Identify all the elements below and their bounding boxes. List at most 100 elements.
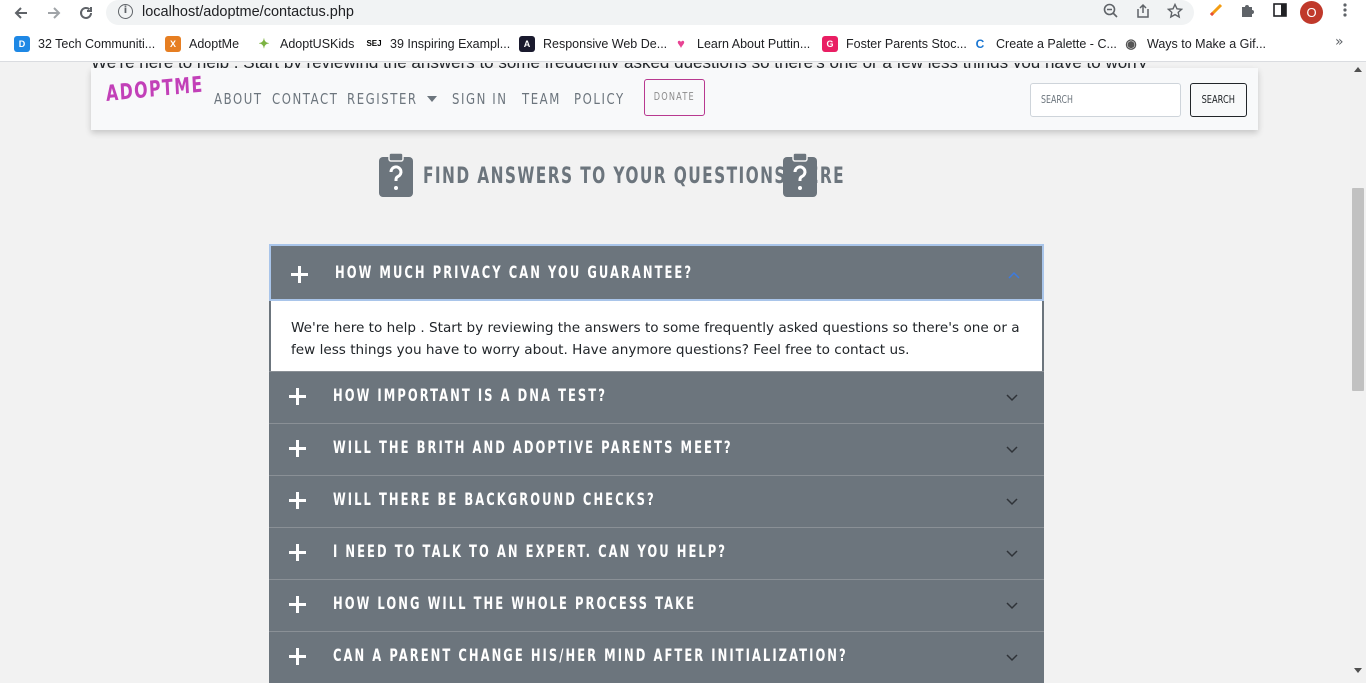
bookmark-item[interactable]: ◉ Ways to Make a Gif... [1123,35,1266,53]
bookmarks-bar: D 32 Tech Communiti... X AdoptMe ✦ AdoptUSK… [0,25,1366,62]
plus-icon [287,438,307,458]
clipboard-question-icon [783,152,817,197]
browser-toolbar: i localhost/adoptme/contactus.php O [0,0,1366,25]
bookmark-item[interactable]: D 32 Tech Communiti... [14,35,155,53]
faq-heading: FIND ANSWERS TO YOUR QUESTIONS HERE [378,152,844,200]
menu-kebab-icon[interactable] [1334,2,1356,24]
brand-logo[interactable]: ADOPTME [105,73,204,107]
bookmark-label: AdoptMe [189,37,240,51]
faq-item: HOW LONG WILL THE WHOLE PROCESS TAKE [269,580,1044,632]
address-bar[interactable]: i localhost/adoptme/contactus.php [106,0,1194,25]
faq-question-text: HOW LONG WILL THE WHOLE PROCESS TAKE [333,594,697,614]
scrollbar-thumb[interactable] [1352,188,1364,391]
nav-link-register[interactable]: REGISTER [347,90,418,108]
register-dropdown-caret-icon[interactable] [427,96,437,102]
chevron-down-icon [1006,654,1018,662]
plus-icon [287,646,307,666]
faq-question-text: HOW MUCH PRIVACY CAN YOU GUARANTEE? [335,263,694,283]
plus-icon [287,490,307,510]
zoom-icon[interactable] [1101,3,1121,23]
plus-icon [287,594,307,614]
chevron-down-icon [1006,446,1018,454]
faq-item: I NEED TO TALK TO AN EXPERT. CAN YOU HEL… [269,528,1044,580]
faq-question-header[interactable]: HOW IMPORTANT IS A DNA TEST? [269,372,1044,423]
donate-label: DONATE [653,91,696,103]
faq-question-header[interactable]: HOW MUCH PRIVACY CAN YOU GUARANTEE? [269,244,1044,301]
forward-arrow-icon[interactable] [43,2,65,24]
faq-item: HOW MUCH PRIVACY CAN YOU GUARANTEE? We'r… [269,244,1044,372]
faq-item: WILL THERE BE BACKGROUND CHECKS? [269,476,1044,528]
nav-link-policy[interactable]: POLICY [574,90,625,108]
faq-item: HOW IMPORTANT IS A DNA TEST? [269,372,1044,424]
bookmark-star-icon[interactable] [1165,2,1185,23]
search-input[interactable]: SEARCH [1030,83,1181,117]
bookmark-item[interactable]: C Create a Palette - C... [972,35,1117,53]
faq-question-header[interactable]: CAN A PARENT CHANGE HIS/HER MIND AFTER I… [269,632,1044,683]
plus-icon [289,264,309,284]
bookmark-item[interactable]: ✦ AdoptUSKids [256,35,354,53]
extensions-puzzle-icon[interactable] [1237,2,1259,24]
plus-icon [287,386,307,406]
nav-link-about[interactable]: ABOUT [214,90,263,108]
faq-answer: We're here to help . Start by reviewing … [269,301,1044,371]
bookmark-label: Foster Parents Stoc... [846,37,967,51]
bookmark-item[interactable]: ♥ Learn About Puttin... [673,35,810,53]
chevron-up-icon [1008,271,1020,279]
chevron-down-icon [1006,550,1018,558]
more-bookmarks-icon[interactable]: » [1335,34,1344,50]
share-icon[interactable] [1133,3,1153,23]
extension-pen-icon[interactable] [1205,2,1227,24]
bookmark-favicon: SEJ [366,36,382,52]
search-button-label: SEARCH [1201,93,1236,106]
donate-button[interactable]: DONATE [644,79,705,116]
search-placeholder: SEARCH [1041,94,1073,106]
faq-question-header[interactable]: HOW LONG WILL THE WHOLE PROCESS TAKE [269,580,1044,631]
url-text[interactable]: localhost/adoptme/contactus.php [142,4,354,20]
site-navbar: ADOPTME ABOUT CONTACT REGISTER SIGN IN T… [91,68,1258,130]
faq-question-header[interactable]: WILL THERE BE BACKGROUND CHECKS? [269,476,1044,527]
bookmark-favicon: ♥ [673,36,689,52]
bookmark-favicon: A [519,36,535,52]
side-panel-icon[interactable] [1269,2,1291,24]
site-info-icon[interactable]: i [118,4,133,19]
bookmark-item[interactable]: A Responsive Web De... [519,35,667,53]
bookmark-favicon: C [972,36,988,52]
bookmark-label: Create a Palette - C... [996,37,1117,51]
bookmark-item[interactable]: G Foster Parents Stoc... [822,35,967,53]
page-viewport: We're here to help . Start by reviewing … [0,63,1350,683]
faq-question-text: CAN A PARENT CHANGE HIS/HER MIND AFTER I… [333,646,848,666]
bookmark-label: Learn About Puttin... [697,37,811,51]
faq-question-text: WILL THE BRITH AND ADOPTIVE PARENTS MEET… [333,438,733,458]
bookmark-label: Ways to Make a Gif... [1147,37,1267,51]
nav-link-contact[interactable]: CONTACT [272,90,338,108]
scroll-down-arrow-icon[interactable] [1354,668,1362,673]
back-arrow-icon[interactable] [10,2,32,24]
faq-question-text: HOW IMPORTANT IS A DNA TEST? [333,386,607,406]
faq-answer-text: We're here to help . Start by reviewing … [291,320,1020,358]
faq-question-header[interactable]: WILL THE BRITH AND ADOPTIVE PARENTS MEET… [269,424,1044,475]
profile-avatar[interactable]: O [1300,1,1323,24]
chevron-down-icon [1006,498,1018,506]
faq-question-text: WILL THERE BE BACKGROUND CHECKS? [333,490,656,510]
chevron-down-icon [1006,602,1018,610]
nav-link-sign-in[interactable]: SIGN IN [452,90,508,108]
bookmark-favicon: ✦ [256,36,272,52]
nav-link-team[interactable]: TEAM [522,90,561,108]
scroll-up-arrow-icon[interactable] [1354,67,1362,72]
bookmark-label: AdoptUSKids [280,37,355,51]
bookmark-favicon: D [14,36,30,52]
clipboard-question-icon [379,152,413,197]
faq-accordion: HOW MUCH PRIVACY CAN YOU GUARANTEE? We'r… [269,244,1044,683]
bookmark-label: Responsive Web De... [543,37,668,51]
page-scrollbar[interactable] [1350,63,1366,683]
bookmark-label: 32 Tech Communiti... [38,37,156,51]
faq-question-header[interactable]: I NEED TO TALK TO AN EXPERT. CAN YOU HEL… [269,528,1044,579]
bookmark-item[interactable]: X AdoptMe [165,35,239,53]
reload-icon[interactable] [75,2,97,24]
bookmark-favicon: G [822,36,838,52]
chevron-down-icon [1006,394,1018,402]
bookmark-favicon: X [165,36,181,52]
bookmark-item[interactable]: SEJ 39 Inspiring Exampl... [366,35,510,53]
search-button[interactable]: SEARCH [1190,83,1247,117]
faq-question-text: I NEED TO TALK TO AN EXPERT. CAN YOU HEL… [333,542,728,562]
